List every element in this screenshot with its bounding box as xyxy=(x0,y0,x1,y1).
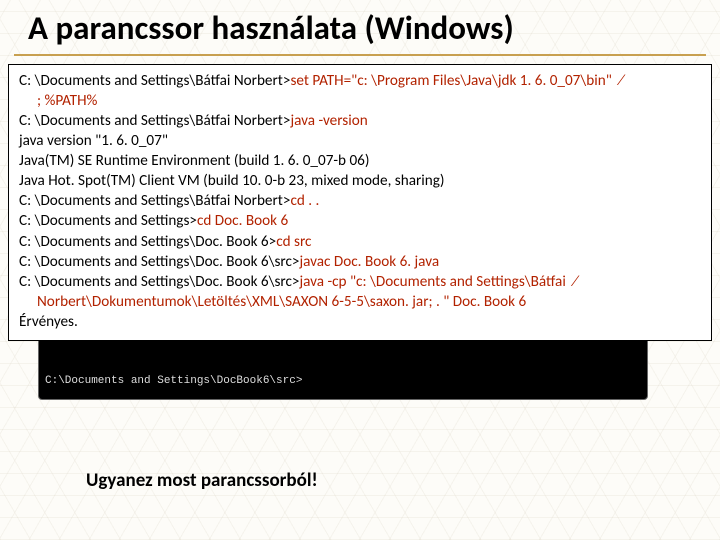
prompt-text: C: \Documents and Settings\Bátfai Norber… xyxy=(19,72,290,90)
code-line: ; %PATH% xyxy=(19,91,701,111)
command-text: cd src xyxy=(276,233,311,251)
code-line: C: \Documents and Settings\Bátfai Norber… xyxy=(19,71,701,91)
command-text: cd Doc. Book 6 xyxy=(197,212,288,230)
prompt-text: C: \Documents and Settings\Bátfai Norber… xyxy=(19,112,290,130)
code-line: C: \Documents and Settings\Bátfai Norber… xyxy=(19,191,701,211)
command-text: java -version xyxy=(290,112,367,130)
prompt-text: C: \Documents and Settings\Bátfai Norber… xyxy=(19,192,290,210)
terminal-line: C:\Documents and Settings\DocBook6\src> xyxy=(45,375,641,387)
command-text: set PATH="c: \Program Files\Java\jdk 1. … xyxy=(290,72,623,90)
code-line: Érvényes. xyxy=(19,312,701,332)
command-text: cd . . xyxy=(290,192,319,210)
code-line: Norbert\Dokumentumok\Letöltés\XML\SAXON … xyxy=(19,292,701,312)
code-line: C: \Documents and Settings\Bátfai Norber… xyxy=(19,111,701,131)
prompt-text: C: \Documents and Settings\Doc. Book 6\s… xyxy=(19,253,299,271)
code-line: Java(TM) SE Runtime Environment (build 1… xyxy=(19,151,701,171)
code-line: java version "1. 6. 0_07" xyxy=(19,131,701,151)
command-text: javac Doc. Book 6. java xyxy=(299,253,439,271)
code-line: C: \Documents and Settings\Doc. Book 6\s… xyxy=(19,252,701,272)
command-text: java -cp "c: \Documents and Settings\Bát… xyxy=(299,273,577,291)
command-text: ; %PATH% xyxy=(37,92,97,110)
code-line: C: \Documents and Settings\Doc. Book 6\s… xyxy=(19,272,701,292)
slide-title: A parancssor használata (Windows) xyxy=(0,0,720,54)
code-overlay-box: C: \Documents and Settings\Bátfai Norber… xyxy=(8,64,712,341)
prompt-text: C: \Documents and Settings\Doc. Book 6\s… xyxy=(19,273,299,291)
command-text: Norbert\Dokumentumok\Letöltés\XML\SAXON … xyxy=(37,293,526,311)
prompt-text: C: \Documents and Settings> xyxy=(19,212,197,230)
prompt-text: C: \Documents and Settings\Doc. Book 6> xyxy=(19,233,276,251)
code-line: C: \Documents and Settings\Doc. Book 6>c… xyxy=(19,232,701,252)
title-underline xyxy=(14,54,706,56)
code-line: C: \Documents and Settings>cd Doc. Book … xyxy=(19,211,701,231)
code-line: Java Hot. Spot(TM) Client VM (build 10. … xyxy=(19,171,701,191)
slide-caption: Ugyanez most parancssorból! xyxy=(86,469,318,492)
